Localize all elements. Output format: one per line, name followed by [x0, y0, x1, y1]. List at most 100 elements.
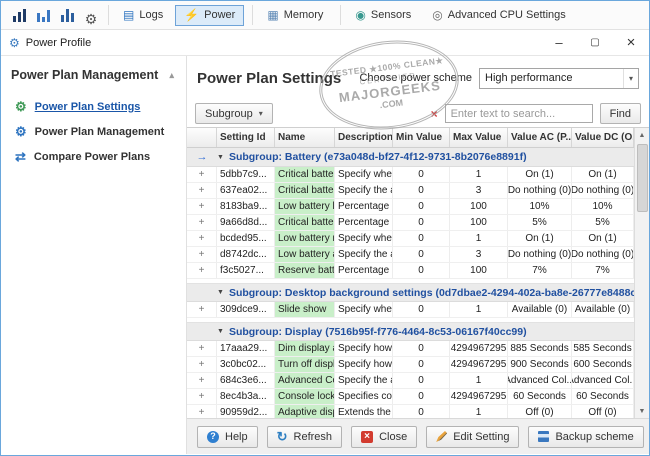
setting-row[interactable]: +d8742dc...Low battery a...Specify the a…: [187, 247, 634, 263]
bar-chart-icon[interactable]: [31, 5, 55, 26]
setting-row[interactable]: +5dbb7c9...Critical batter...Specify whe…: [187, 167, 634, 183]
setting-row[interactable]: +90959d2...Adaptive displ...Extends the …: [187, 405, 634, 418]
setting-row[interactable]: +637ea02...Critical batter...Specify the…: [187, 183, 634, 199]
window-controls: [541, 30, 649, 55]
toolbar-button-logs[interactable]: Logs: [114, 5, 172, 26]
setting-row[interactable]: +9a66d8d...Critical batter...Percentage …: [187, 215, 634, 231]
toolbar-button-memory[interactable]: Memory: [258, 5, 332, 26]
value-dc-cell: Advanced Col...: [572, 373, 634, 388]
subgroup-button-label: Subgroup: [205, 107, 253, 120]
button-label: Close: [379, 430, 408, 443]
row-expand-icon[interactable]: +: [187, 373, 217, 388]
column-header[interactable]: Name: [275, 128, 335, 147]
window-titlebar: Power Profile: [1, 30, 649, 56]
setting-row[interactable]: +8ec4b3a...Console lock d...Specifies co…: [187, 389, 634, 405]
setting-id-cell: f3c5027...: [217, 263, 275, 278]
description-cell: Specify when ...: [335, 302, 393, 317]
row-expand-icon[interactable]: +: [187, 389, 217, 404]
min-value-cell: 0: [393, 215, 450, 230]
gear-icon[interactable]: [79, 5, 103, 26]
row-expand-icon[interactable]: +: [187, 231, 217, 246]
help-button[interactable]: Help: [197, 425, 258, 448]
value-ac-cell: 900 Seconds: [508, 357, 572, 372]
sidebar-item-power-plan-settings[interactable]: Power Plan Settings: [1, 94, 186, 119]
setting-row[interactable]: +3c0bc02...Turn off displ...Specify how …: [187, 357, 634, 373]
name-cell: Low battery l...: [275, 199, 335, 214]
min-value-cell: 0: [393, 263, 450, 278]
setting-row[interactable]: +17aaa29...Dim display af...Specify how …: [187, 341, 634, 357]
sidebar-item-power-plan-management[interactable]: Power Plan Management: [1, 119, 186, 144]
column-header[interactable]: Min Value: [393, 128, 450, 147]
collapse-icon[interactable]: [169, 70, 174, 81]
bar-chart-icon[interactable]: [7, 5, 31, 26]
toolbar-button-label: Sensors: [370, 9, 412, 21]
setting-row[interactable]: +8183ba9...Low battery l...Percentage o.…: [187, 199, 634, 215]
subgroup-row[interactable]: ▼ Subgroup: Desktop background settings (…: [187, 283, 634, 302]
row-expand-icon[interactable]: +: [187, 357, 217, 372]
close-window-button[interactable]: Close: [351, 425, 418, 448]
setting-id-cell: 8ec4b3a...: [217, 389, 275, 404]
row-expand-icon[interactable]: +: [187, 341, 217, 356]
maximize-button[interactable]: [577, 30, 613, 55]
description-cell: Specify wheth...: [335, 167, 393, 182]
scroll-up-icon[interactable]: [635, 128, 649, 142]
row-expand-icon[interactable]: +: [187, 405, 217, 418]
edit-setting-button[interactable]: Edit Setting: [426, 425, 520, 448]
power-scheme-select[interactable]: High performance: [479, 67, 639, 89]
row-expand-icon[interactable]: +: [187, 199, 217, 214]
min-value-cell: 0: [393, 357, 450, 372]
group-expand-icon[interactable]: ▼: [217, 328, 224, 335]
setting-row[interactable]: +f3c5027...Reserve batt...Percentage o..…: [187, 263, 634, 279]
setting-id-cell: 3c0bc02...: [217, 357, 275, 372]
search-input[interactable]: [444, 104, 593, 123]
chevron-down-icon: [259, 109, 263, 118]
setting-id-cell: 5dbb7c9...: [217, 167, 275, 182]
setting-row[interactable]: +bcded95...Low battery n...Specify wheth…: [187, 231, 634, 247]
row-expand-icon[interactable]: +: [187, 183, 217, 198]
scroll-down-icon[interactable]: [635, 404, 649, 418]
minimize-button[interactable]: [541, 30, 577, 55]
toolbar-button-label: Memory: [283, 9, 324, 21]
sidebar-header[interactable]: Power Plan Management: [1, 64, 186, 94]
setting-row[interactable]: +684c3e6...Advanced Col...Specify the a.…: [187, 373, 634, 389]
refresh-button[interactable]: Refresh: [266, 425, 343, 448]
close-button[interactable]: [613, 30, 649, 55]
subgroup-row[interactable]: → ▼ Subgroup: Battery (e73a048d-bf27-4f12-…: [187, 148, 634, 167]
column-header[interactable]: Description: [335, 128, 393, 147]
subgroup-row[interactable]: ▼ Subgroup: Display (7516b95f-f776-4464-8…: [187, 322, 634, 341]
row-expand-icon[interactable]: +: [187, 302, 217, 317]
max-value-cell: 1: [450, 302, 508, 317]
current-row-indicator: [187, 284, 217, 301]
current-row-indicator: →: [196, 151, 208, 163]
setting-row[interactable]: +309dce9...Slide showSpecify when ...01A…: [187, 302, 634, 318]
row-expand-icon[interactable]: +: [187, 247, 217, 262]
group-expand-icon[interactable]: ▼: [217, 289, 224, 296]
value-dc-cell: 7%: [572, 263, 634, 278]
row-expand-icon[interactable]: +: [187, 263, 217, 278]
button-label: Edit Setting: [453, 430, 510, 443]
toolbar-button-advanced-cpu[interactable]: Advanced CPU Settings: [423, 5, 575, 26]
column-header[interactable]: Value DC (O...: [572, 128, 634, 147]
column-header[interactable]: Setting Id: [217, 128, 275, 147]
row-expand-icon[interactable]: +: [187, 215, 217, 230]
value-ac-cell: Do nothing (0): [508, 183, 572, 198]
min-value-cell: 0: [393, 389, 450, 404]
clear-search-icon[interactable]: [431, 107, 438, 121]
current-row-indicator: [187, 323, 217, 340]
row-expand-icon[interactable]: +: [187, 167, 217, 182]
pencil-icon: [436, 431, 448, 442]
sidebar-item-compare-power-plans[interactable]: Compare Power Plans: [1, 144, 186, 169]
column-header[interactable]: Value AC (P...: [508, 128, 572, 147]
vertical-scrollbar[interactable]: [634, 128, 649, 418]
min-value-cell: 0: [393, 247, 450, 262]
backup-scheme-button[interactable]: Backup scheme: [528, 425, 644, 448]
subgroup-button[interactable]: Subgroup: [195, 103, 273, 124]
group-expand-icon[interactable]: ▼: [217, 154, 224, 161]
sidebar-item-label: Power Plan Management: [34, 125, 165, 138]
toolbar-button-power[interactable]: Power: [175, 4, 245, 26]
find-button[interactable]: Find: [599, 103, 641, 124]
bar-chart-icon[interactable]: [55, 5, 79, 26]
scrollbar-thumb[interactable]: [636, 144, 648, 212]
column-header[interactable]: Max Value: [450, 128, 508, 147]
toolbar-button-sensors[interactable]: Sensors: [346, 5, 420, 26]
